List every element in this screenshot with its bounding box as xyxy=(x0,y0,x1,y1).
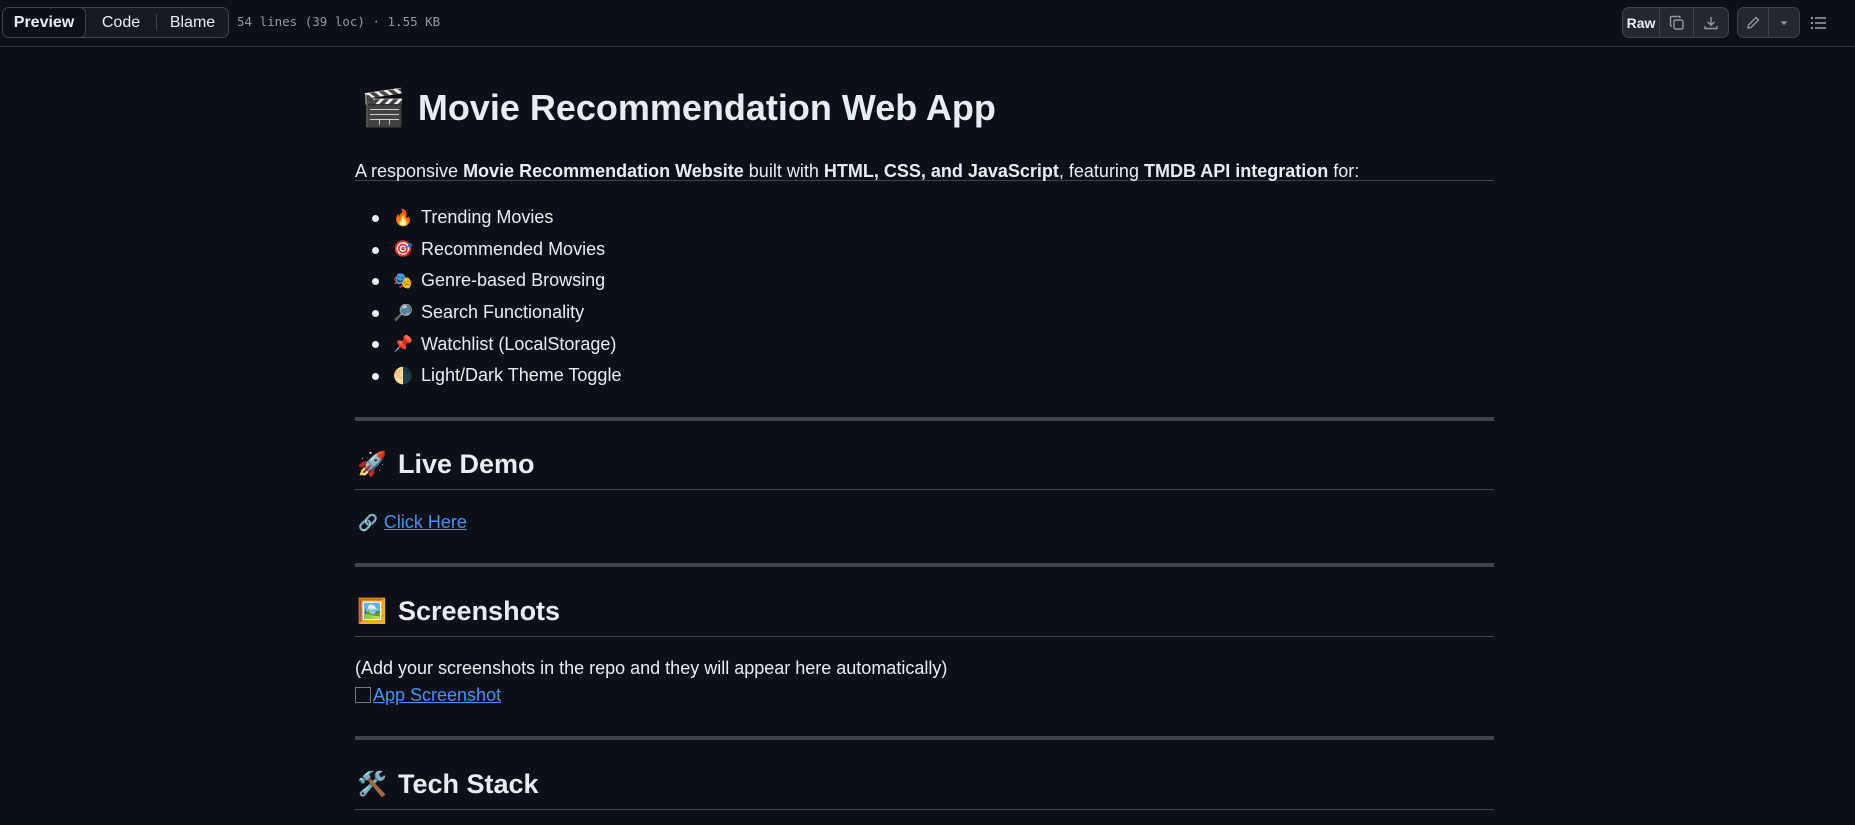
list-item: 🔥 Trending Movies xyxy=(355,202,621,234)
theater-masks-icon: 🎭 xyxy=(393,272,413,290)
copy-raw-button[interactable] xyxy=(1660,8,1694,37)
hammer-and-wrench-icon: 🛠️ xyxy=(357,771,387,798)
feature-label: Genre-based Browsing xyxy=(421,270,606,291)
edit-actions-group xyxy=(1737,7,1800,38)
broken-image-icon xyxy=(355,687,371,703)
edit-file-button[interactable] xyxy=(1738,8,1769,37)
view-mode-switcher: Preview Code Blame xyxy=(2,7,229,38)
horizontal-rule xyxy=(355,563,1494,567)
triangle-down-icon xyxy=(1780,21,1788,25)
pushpin-icon: 📌 xyxy=(393,336,413,354)
target-icon: 🎯 xyxy=(393,241,413,259)
feature-label: Light/Dark Theme Toggle xyxy=(421,365,622,386)
file-toolbar: Preview Code Blame 54 lines (39 loc) · 1… xyxy=(0,0,1855,47)
outline-button[interactable] xyxy=(1808,12,1830,34)
edit-menu-button[interactable] xyxy=(1769,8,1799,37)
raw-actions-group: Raw xyxy=(1622,7,1729,38)
intro-text: , featuring xyxy=(1058,161,1144,181)
list-item: 🌗 Light/Dark Theme Toggle xyxy=(355,360,621,392)
list-item: 🎯 Recommended Movies xyxy=(355,234,621,266)
intro-text: A responsive xyxy=(355,161,464,181)
copy-icon xyxy=(1669,15,1684,30)
fire-icon: 🔥 xyxy=(393,209,413,227)
section-heading-screenshots: 🖼️ Screenshots xyxy=(355,587,1494,637)
link-icon: 🔗 xyxy=(358,515,378,532)
horizontal-rule xyxy=(355,736,1494,740)
list-item: 📌 Watchlist (LocalStorage) xyxy=(355,328,621,360)
intro-text: for: xyxy=(1328,161,1360,181)
intro-bold: TMDB API integration xyxy=(1143,161,1329,181)
clapper-board-icon: 🎬 xyxy=(361,87,406,128)
intro-paragraph: A responsive Movie Recommendation Websit… xyxy=(355,161,1359,182)
app-screenshot-alt-text[interactable]: App Screenshot xyxy=(373,685,501,705)
pencil-icon xyxy=(1747,16,1760,29)
intro-text: built with xyxy=(743,161,824,181)
live-demo-link[interactable]: Click Here xyxy=(384,512,467,532)
section-heading-text: Screenshots xyxy=(398,596,561,626)
file-info: 54 lines (39 loc) · 1.55 KB xyxy=(237,14,441,29)
framed-picture-icon: 🖼️ xyxy=(357,598,387,625)
download-button[interactable] xyxy=(1694,8,1728,37)
feature-label: Recommended Movies xyxy=(421,238,606,259)
raw-button[interactable]: Raw xyxy=(1623,8,1660,37)
intro-bold: HTML, CSS, and JavaScript xyxy=(823,161,1059,181)
list-item: 🎭 Genre-based Browsing xyxy=(355,265,621,297)
page-title-text: Movie Recommendation Web App xyxy=(417,87,996,128)
tab-code[interactable]: Code xyxy=(86,8,156,37)
tab-blame[interactable]: Blame xyxy=(157,8,228,37)
raw-label: Raw xyxy=(1626,14,1656,31)
section-heading-tech-stack: 🛠️ Tech Stack xyxy=(355,760,1494,810)
intro-bold: Movie Recommendation Website xyxy=(463,161,744,181)
screenshot-image-link[interactable]: App Screenshot xyxy=(355,685,501,706)
section-heading-text: Live Demo xyxy=(398,449,535,479)
download-icon xyxy=(1704,16,1718,29)
horizontal-rule xyxy=(355,417,1494,421)
half-moon-icon: 🌗 xyxy=(393,367,413,385)
list-item: 🔎 Search Functionality xyxy=(355,297,621,329)
tab-preview[interactable]: Preview xyxy=(3,8,86,37)
screenshots-note: (Add your screenshots in the repo and th… xyxy=(355,658,948,678)
list-unordered-icon xyxy=(1811,17,1826,29)
magnifier-icon: 🔎 xyxy=(393,304,413,322)
live-demo-paragraph: 🔗 Click Here xyxy=(355,512,467,533)
section-heading-text: Tech Stack xyxy=(398,769,539,799)
feature-label: Watchlist (LocalStorage) xyxy=(421,333,617,354)
section-heading-live-demo: 🚀 Live Demo xyxy=(355,440,1494,490)
feature-label: Trending Movies xyxy=(421,207,554,228)
rocket-icon: 🚀 xyxy=(357,451,387,478)
feature-label: Search Functionality xyxy=(421,302,585,323)
feature-list: 🔥 Trending Movies 🎯 Recommended Movies 🎭 Ge… xyxy=(355,202,621,392)
